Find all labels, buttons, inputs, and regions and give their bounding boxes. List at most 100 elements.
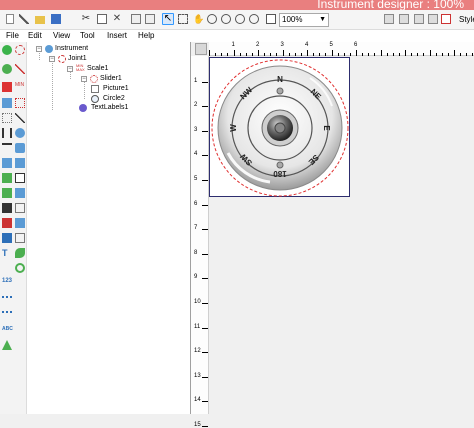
north-dot [276,87,284,95]
undo-icon[interactable] [130,13,142,25]
zoom-fit-icon[interactable] [234,13,246,25]
ruler-tick [429,50,431,56]
zoom-select[interactable]: 100% ▼ [279,13,329,27]
instrument-frame[interactable]: N NE E SE 180 SW W NW [209,57,350,197]
circle-tool-icon[interactable] [2,45,12,55]
gear-tool-icon[interactable] [2,188,12,198]
tree-item-joint1[interactable]: Joint1 [68,55,87,62]
tree-toggle[interactable]: − [81,76,87,82]
tree-toggle[interactable]: − [49,56,55,62]
text-tool-icon[interactable] [2,233,12,243]
tree-toggle[interactable]: − [36,46,42,52]
abc-tool-icon[interactable]: ABC [2,326,13,336]
ticks-tool-icon[interactable] [2,128,12,138]
cut-icon[interactable]: ✂ [80,13,92,25]
bars-tool-icon[interactable] [2,82,12,92]
scale-tool-icon[interactable]: MIN [15,82,25,92]
open-icon[interactable] [34,13,46,25]
label-tool-icon[interactable] [15,233,25,243]
compass-instrument[interactable]: N NE E SE 180 SW W NW [210,58,351,198]
tree-item-circle2[interactable]: Circle2 [103,95,125,102]
ruler-label-top: 5 [329,42,333,48]
leaf-tool-icon[interactable] [15,248,25,258]
ruler-tick [441,53,443,56]
star-tool-icon[interactable] [2,158,12,168]
dots-tool-icon[interactable] [2,113,12,123]
ruler-tick [202,180,208,181]
thermo-tool-icon[interactable] [2,98,12,108]
align-icon[interactable] [427,13,439,25]
textlabels-icon [79,104,87,112]
ruler-tick [245,53,247,56]
ellipse-tool-icon[interactable] [15,128,25,138]
dots-line-tool-icon[interactable] [2,311,12,321]
label-tool-icon[interactable] [15,203,25,213]
south-dot [276,161,284,169]
numbers-tool-icon[interactable]: 123 [2,278,12,288]
tree-item-instrument[interactable]: Instrument [55,45,88,52]
image-tool-icon[interactable] [15,188,25,198]
ruler-label-left: 6 [194,200,198,207]
menu-insert[interactable]: Insert [107,31,127,40]
instrument-icon [45,45,53,53]
slider-icon [90,75,98,83]
new-icon[interactable] [3,13,15,25]
zoom-100-icon[interactable] [265,13,277,25]
dots-line-tool-icon[interactable] [2,296,12,306]
delete-icon[interactable]: ✕ [111,13,123,25]
frame-tool-icon[interactable] [15,173,25,183]
triangle-tool-icon[interactable] [2,340,12,350]
tree-item-slider1[interactable]: Slider1 [100,75,122,82]
tree-item-textlabels1[interactable]: TextLabels1 [91,104,128,111]
joint-tool-icon[interactable] [15,45,25,55]
wand-icon[interactable] [18,13,30,25]
ruler-label-left: 13 [194,372,201,379]
tree-toggle[interactable]: − [67,66,73,72]
redo-icon[interactable] [144,13,156,25]
text-box-tool-icon[interactable] [2,203,12,213]
ruler-tick [264,53,266,56]
menu-view[interactable]: View [53,31,70,40]
align-icon[interactable] [398,13,410,25]
scale-tool-icon[interactable] [15,98,25,108]
zoom-page-icon[interactable] [248,13,260,25]
wave-tool-icon[interactable] [2,143,12,153]
line-tool-icon[interactable] [15,113,25,123]
needle-tool-icon[interactable] [15,64,25,74]
ruler-tick [349,53,351,56]
digital-tool-icon[interactable] [2,218,12,228]
crop-icon[interactable] [177,13,189,25]
image-tool-icon[interactable] [15,218,25,228]
menu-help[interactable]: Help [138,31,154,40]
tree-item-picture1[interactable]: Picture1 [103,85,129,92]
ring-tool-icon[interactable] [15,263,25,273]
star-tool-icon[interactable] [2,173,12,183]
hand-icon[interactable]: ✋ [192,13,204,25]
menu-tool[interactable]: Tool [80,31,95,40]
ruler-tick [202,229,208,231]
joint-icon [58,55,66,63]
ruler-tick [202,253,208,255]
ruler-tick [276,53,278,56]
copy-icon[interactable] [96,13,108,25]
ruler-tick [202,327,208,329]
tree-item-scale1[interactable]: Scale1 [87,65,108,72]
align-icon[interactable] [413,13,425,25]
checkbox-icon[interactable] [440,13,452,25]
text-tool-icon[interactable]: T [2,248,12,258]
ruler-tick [423,53,425,56]
ruler-tick [417,53,419,56]
ruler-tick [405,50,406,56]
rect-tool-icon[interactable] [15,143,25,153]
zoom-out-icon[interactable] [220,13,232,25]
menu-file[interactable]: File [6,31,19,40]
gauge-tool-icon[interactable] [2,64,12,74]
menu-edit[interactable]: Edit [28,31,42,40]
pointer-icon[interactable]: ↖ [162,13,174,25]
align-icon[interactable] [383,13,395,25]
label-w: W [229,124,238,132]
zoom-in-icon[interactable] [206,13,218,25]
ruler-tick [270,53,272,56]
polygon-tool-icon[interactable] [15,158,25,168]
save-icon[interactable] [50,13,62,25]
